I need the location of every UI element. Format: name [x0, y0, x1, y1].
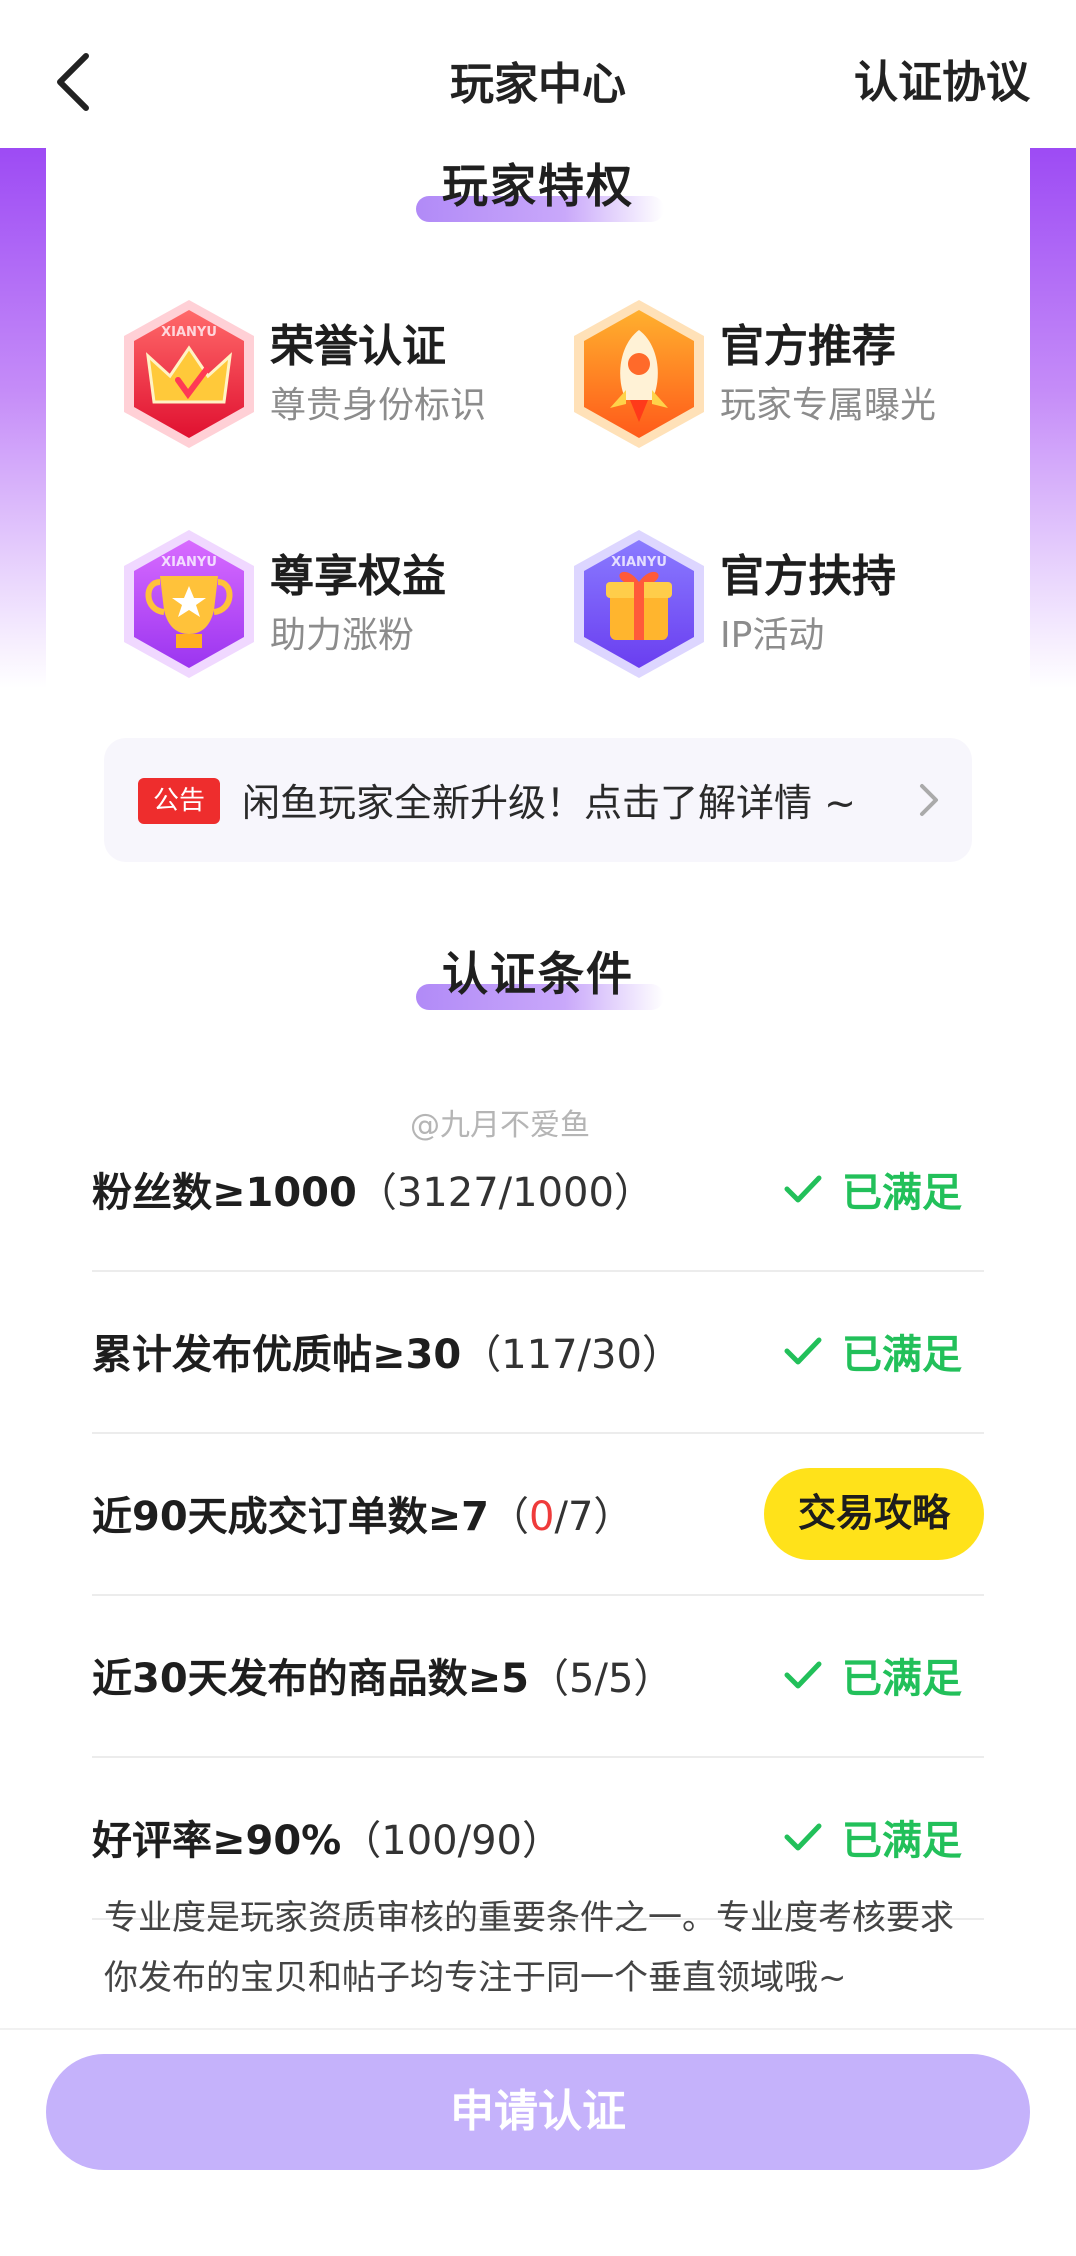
privilege-subtitle: IP活动 — [720, 615, 825, 656]
condition-current-value: 5 — [569, 1656, 595, 1702]
top-navigation-bar: 玩家中心 认证协议 — [0, 0, 1076, 148]
gift-badge-icon: XIANYU — [574, 530, 704, 678]
condition-current-value: 0 — [529, 1494, 555, 1540]
privilege-title: 荣誉认证 — [270, 321, 446, 372]
condition-current-value: 117 — [501, 1332, 578, 1378]
announcement-tag: 公告 — [138, 778, 220, 824]
privilege-item-benefits[interactable]: XIANYU 尊享权益 助力涨粉 — [114, 524, 554, 694]
crown-badge-icon: XIANYU — [124, 300, 254, 448]
bottom-action-bar: 申请认证 — [0, 2028, 1076, 2256]
rocket-badge-icon — [574, 300, 704, 448]
check-icon — [784, 1175, 822, 1203]
privilege-title: 尊享权益 — [270, 551, 446, 602]
condition-label: 好评率≥90%（100/90） — [92, 1818, 562, 1864]
check-icon — [784, 1337, 822, 1365]
conditions-heading-text: 认证条件 — [442, 947, 634, 1001]
svg-text:XIANYU: XIANYU — [161, 555, 217, 570]
conditions-heading: 认证条件 — [46, 942, 1030, 1022]
condition-label: 近30天发布的商品数≥5（5/5） — [92, 1656, 674, 1702]
condition-current-value: 3127 — [396, 1170, 499, 1216]
condition-row-quality-posts: 累计发布优质帖≥30（117/30） 已满足 — [92, 1272, 984, 1434]
condition-status: 已满足 — [842, 1332, 962, 1378]
condition-label: 累计发布优质帖≥30（117/30） — [92, 1332, 682, 1378]
privilege-subtitle: 助力涨粉 — [270, 615, 415, 656]
condition-status: 已满足 — [842, 1818, 962, 1864]
check-icon — [784, 1823, 822, 1851]
announcement-message: 闲鱼玩家全新升级！点击了解详情 ~ — [242, 781, 856, 825]
privilege-item-support[interactable]: XIANYU 官方扶持 IP活动 — [564, 524, 1004, 694]
trade-guide-button[interactable]: 交易攻略 — [764, 1468, 984, 1560]
privilege-subtitle: 玩家专属曝光 — [720, 385, 937, 426]
privilege-title: 官方推荐 — [720, 321, 896, 372]
condition-row-orders: 近90天成交订单数≥7（0/7） 交易攻略 — [92, 1434, 984, 1596]
condition-status: 已满足 — [842, 1170, 962, 1216]
svg-text:XIANYU: XIANYU — [611, 555, 667, 570]
condition-status: 已满足 — [842, 1656, 962, 1702]
professionalism-note: 专业度是玩家资质审核的重要条件之一。专业度考核要求你发布的宝贝和帖子均专注于同一… — [104, 1898, 954, 1998]
privileges-heading: 玩家特权 — [46, 154, 1030, 234]
announcement-banner[interactable]: 公告 闲鱼玩家全新升级！点击了解详情 ~ — [104, 738, 972, 862]
apply-certification-button[interactable]: 申请认证 — [46, 2054, 1030, 2170]
check-icon — [784, 1661, 822, 1689]
privileges-heading-text: 玩家特权 — [442, 159, 634, 213]
privilege-subtitle: 尊贵身份标识 — [270, 385, 487, 426]
watermark: @九月不爱鱼 — [410, 1108, 590, 1143]
trophy-badge-icon: XIANYU — [124, 530, 254, 678]
condition-current-value: 100 — [381, 1818, 458, 1864]
condition-label: 近90天成交订单数≥7（0/7） — [92, 1494, 634, 1540]
chevron-right-icon — [920, 784, 938, 816]
player-center-card: 玩家特权 XIANYU 荣誉认证 尊贵身份标识 官方推荐 玩家专属曝光 XIAN… — [46, 148, 1030, 2028]
condition-label: 粉丝数≥1000（3127/1000） — [92, 1170, 654, 1216]
privilege-item-honor[interactable]: XIANYU 荣誉认证 尊贵身份标识 — [114, 294, 554, 464]
privilege-title: 官方扶持 — [720, 551, 896, 602]
svg-text:XIANYU: XIANYU — [161, 325, 217, 340]
privilege-item-recommend[interactable]: 官方推荐 玩家专属曝光 — [564, 294, 1004, 464]
certification-agreement-link[interactable]: 认证协议 — [854, 46, 1030, 110]
condition-row-listings: 近30天发布的商品数≥5（5/5） 已满足 — [92, 1596, 984, 1758]
